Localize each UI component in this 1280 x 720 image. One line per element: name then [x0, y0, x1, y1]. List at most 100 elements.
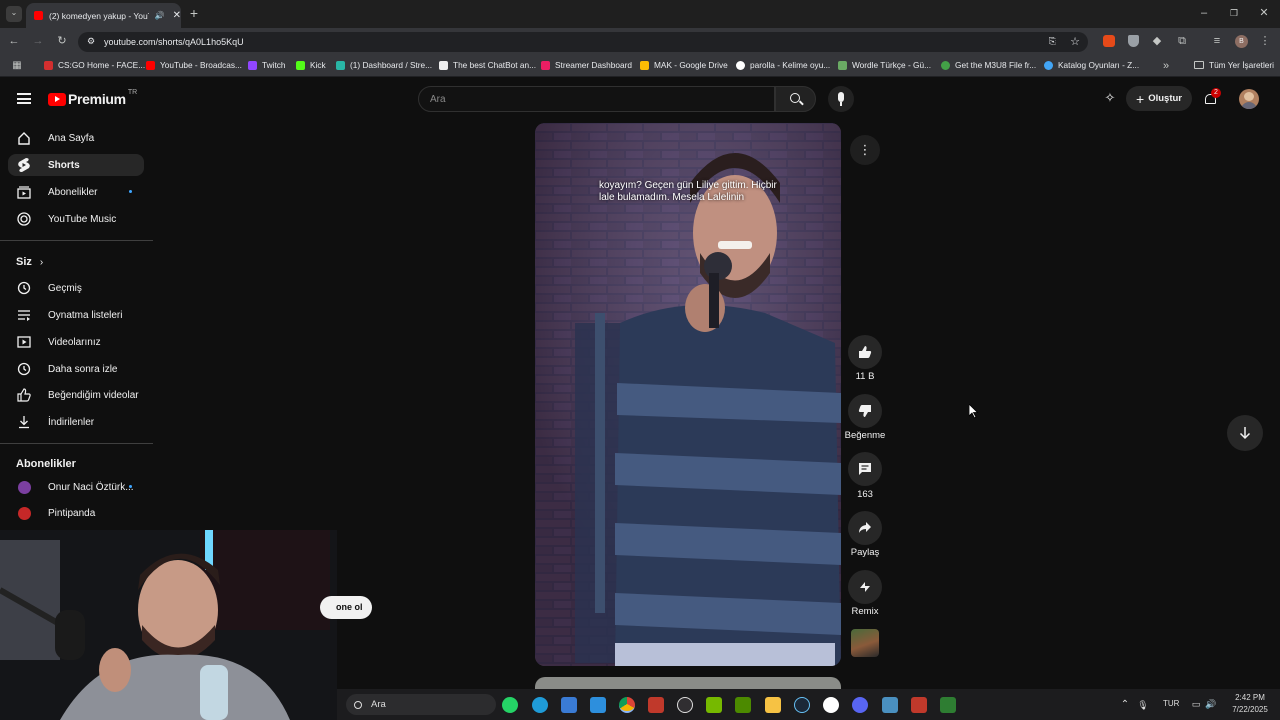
store-icon[interactable] — [561, 697, 577, 713]
bookmark-star-icon[interactable]: ☆ — [1070, 35, 1080, 48]
extensions-puzzle-icon[interactable]: ⧉ — [1175, 34, 1189, 48]
forward-button[interactable]: → — [30, 34, 46, 48]
bookmark-item[interactable]: YouTube - Broadcas... — [146, 60, 242, 70]
language-indicator[interactable]: TUR — [1163, 699, 1179, 708]
next-short-preview[interactable] — [535, 677, 841, 689]
more-options-button[interactable]: ⋮ — [850, 135, 880, 165]
yandex-icon[interactable] — [823, 697, 839, 713]
tab-close-icon[interactable]: ✕ — [173, 10, 181, 21]
new-tab-button[interactable]: + — [186, 6, 202, 20]
create-button[interactable]: + Oluştur — [1126, 86, 1192, 111]
sidebar-item-downloads[interactable]: İndirilenler — [8, 411, 144, 433]
nvidia-app-icon[interactable] — [735, 697, 751, 713]
app-icon[interactable] — [648, 697, 664, 713]
microphone-icon[interactable]: 🎙 — [1137, 698, 1149, 712]
browser-tab[interactable]: (2) komedyen yakup - YouT 🔊 ✕ — [26, 3, 181, 28]
diamond-extension-icon[interactable]: ◆ — [1150, 34, 1164, 48]
shorts-video-player[interactable]: koyayım? Geçen gün Liliye gittim. Hiçbir… — [535, 123, 841, 666]
whatsapp-icon[interactable] — [502, 697, 518, 713]
app-icon[interactable] — [882, 697, 898, 713]
bookmark-item[interactable]: Wordle Türkçe - Gü... — [838, 60, 931, 70]
window-close-button[interactable]: ✕ — [1256, 6, 1272, 20]
search-box[interactable]: Ara — [418, 86, 775, 112]
install-app-icon[interactable]: ⎘ — [1049, 36, 1056, 47]
next-short-button[interactable] — [1227, 415, 1263, 451]
address-bar[interactable]: ⚙ youtube.com/shorts/qA0L1ho5KqU ⎘ ☆ — [78, 32, 1088, 52]
voice-search-button[interactable] — [828, 86, 854, 112]
bookmark-item[interactable]: Streamer Dashboard — [541, 60, 632, 70]
site-info-icon[interactable]: ⚙ — [87, 36, 95, 47]
obs-icon[interactable] — [677, 697, 693, 713]
volume-icon[interactable]: 🔊 — [1205, 697, 1217, 711]
bookmark-item[interactable]: MAK - Google Drive — [640, 60, 728, 70]
bookmark-item[interactable]: CS:GO Home - FACE... — [44, 60, 145, 70]
edge-icon[interactable] — [532, 697, 548, 713]
shorts-icon — [16, 157, 32, 173]
all-bookmarks[interactable]: Tüm Yer İşaretleri — [1194, 60, 1274, 70]
hamburger-menu-icon[interactable] — [17, 93, 31, 104]
shield-icon[interactable] — [1128, 35, 1139, 47]
app-icon[interactable] — [911, 697, 927, 713]
app-icon[interactable] — [940, 697, 956, 713]
profile-avatar[interactable]: B — [1235, 35, 1248, 48]
comments-button[interactable] — [848, 452, 882, 486]
sidebar-item-history[interactable]: Geçmiş — [8, 277, 144, 299]
sidebar-channel-onur-naci[interactable]: Onur Naci Öztürk... — [8, 476, 144, 498]
sidebar-channel-pintipanda[interactable]: Pintipanda — [8, 502, 144, 524]
liked-icon — [16, 387, 32, 403]
clock-time[interactable]: 2:42 PM — [1230, 693, 1270, 702]
back-button[interactable]: ← — [6, 34, 22, 48]
ai-assist-icon[interactable]: ✧ — [1102, 91, 1118, 105]
browser-menu-icon[interactable]: ⋮ — [1259, 34, 1271, 48]
bookmark-item[interactable]: Kick — [296, 60, 326, 70]
discord-icon[interactable] — [852, 697, 868, 713]
sound-thumbnail[interactable] — [851, 629, 879, 657]
tray-overflow-icon[interactable]: ⌃ — [1119, 698, 1131, 712]
clock-date[interactable]: 7/22/2025 — [1225, 705, 1275, 714]
mail-icon[interactable] — [590, 697, 606, 713]
reload-button[interactable]: ↻ — [54, 34, 70, 48]
subscribe-button-partial[interactable]: one ol — [320, 596, 372, 619]
tab-audio-icon[interactable]: 🔊 — [155, 11, 165, 20]
search-input[interactable]: Ara — [430, 94, 446, 105]
more-bookmarks-icon[interactable]: » — [1160, 59, 1172, 73]
apps-grid-icon[interactable]: ▦ — [10, 59, 24, 73]
steam-icon[interactable] — [794, 697, 810, 713]
youtube-logo[interactable]: Premium TR — [48, 89, 137, 107]
account-avatar[interactable] — [1239, 89, 1259, 109]
sidebar-item-subscriptions[interactable]: Abonelikler — [8, 181, 144, 203]
bookmark-item[interactable]: The best ChatBot an... — [439, 60, 536, 70]
nvidia-icon[interactable] — [706, 697, 722, 713]
file-explorer-icon[interactable] — [765, 697, 781, 713]
sidebar-item-youtube-music[interactable]: YouTube Music — [8, 208, 144, 230]
dislike-button[interactable] — [848, 394, 882, 428]
sidebar-item-watch-later[interactable]: Daha sonra izle — [8, 358, 144, 380]
media-control-icon[interactable]: ≡ — [1210, 34, 1224, 48]
you-section-heading[interactable]: Siz › — [16, 256, 43, 268]
sidebar-item-shorts[interactable]: Shorts — [8, 154, 144, 176]
bookmark-item[interactable]: Twitch — [248, 60, 286, 70]
sidebar-item-liked-videos[interactable]: Beğendiğim videolar — [8, 384, 144, 406]
network-icon[interactable]: ▭ — [1190, 697, 1202, 711]
search-button[interactable] — [775, 86, 816, 112]
restore-button[interactable]: ❐ — [1226, 6, 1242, 20]
chrome-icon[interactable] — [619, 697, 635, 713]
webcam-overlay — [0, 530, 337, 720]
notifications-button[interactable]: 2 — [1203, 88, 1221, 107]
bookmark-item[interactable]: Get the M3U8 File fr... — [941, 60, 1036, 70]
sidebar-item-your-videos[interactable]: Videolarınız — [8, 331, 144, 353]
bookmark-item[interactable]: (1) Dashboard / Stre... — [336, 60, 432, 70]
remix-button[interactable] — [848, 570, 882, 604]
bookmark-item[interactable]: Katalog Oyunları - Z... — [1044, 60, 1139, 70]
taskbar-search[interactable]: Ara — [346, 694, 496, 715]
share-button[interactable] — [848, 511, 882, 545]
sidebar-item-label: Oynatma listeleri — [48, 309, 123, 321]
like-button[interactable] — [848, 335, 882, 369]
sidebar-item-playlists[interactable]: Oynatma listeleri — [8, 304, 144, 326]
extension-icon[interactable] — [1103, 35, 1115, 47]
bookmark-item[interactable]: parolla - Kelime oyu... — [736, 60, 830, 70]
tab-search-button[interactable]: ⌄ — [6, 6, 22, 22]
minimize-button[interactable]: – — [1196, 6, 1212, 20]
chevron-right-icon: › — [39, 257, 44, 268]
sidebar-item-home[interactable]: Ana Sayfa — [8, 127, 144, 149]
